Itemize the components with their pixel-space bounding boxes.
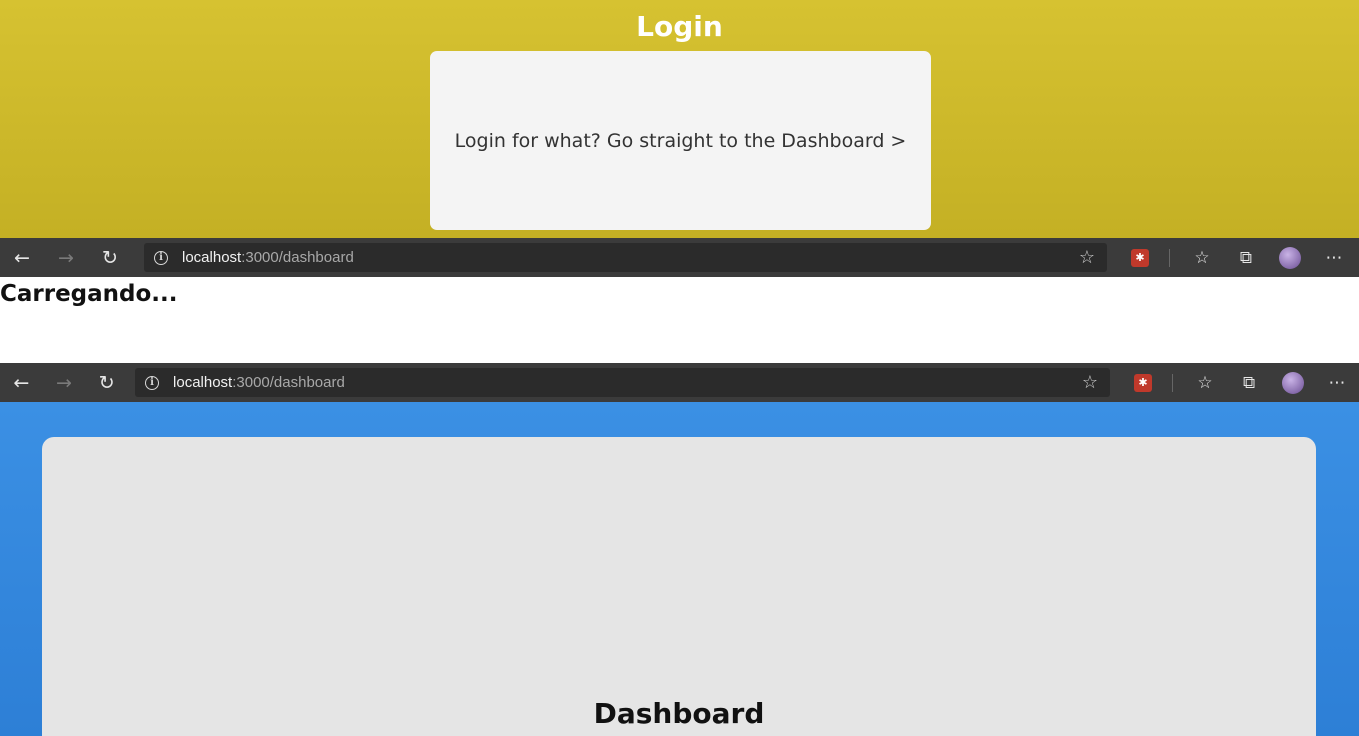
- dashboard-link[interactable]: Login for what? Go straight to the Dashb…: [455, 130, 907, 152]
- profile-avatar[interactable]: [1282, 371, 1305, 394]
- url-host: localhost: [182, 249, 242, 266]
- arrow-right-icon: →: [56, 371, 72, 394]
- url-host: localhost: [173, 374, 233, 391]
- favorites-icon[interactable]: ☆: [1183, 363, 1227, 402]
- arrow-left-icon: ←: [13, 371, 30, 394]
- extension-icon[interactable]: ✱: [1131, 248, 1149, 267]
- refresh-button[interactable]: ↻: [85, 363, 128, 402]
- back-button[interactable]: ←: [0, 363, 43, 402]
- address-bar[interactable]: i localhost:3000/dashboard ☆: [144, 243, 1107, 272]
- address-bar[interactable]: i localhost:3000/dashboard ☆: [135, 368, 1111, 397]
- info-icon[interactable]: i: [154, 250, 168, 265]
- profile-avatar[interactable]: [1279, 246, 1301, 269]
- dashboard-page: Dashboard: [0, 402, 1359, 736]
- dashboard-card: Dashboard: [42, 437, 1316, 736]
- favorite-star-icon[interactable]: ☆: [1082, 372, 1098, 393]
- refresh-button[interactable]: ↻: [88, 238, 132, 277]
- forward-button[interactable]: →: [44, 238, 88, 277]
- more-options-icon[interactable]: ⋯: [1312, 238, 1356, 277]
- loading-page: Carregando...: [0, 277, 1359, 363]
- toolbar-divider: [1169, 248, 1170, 267]
- extension-icon[interactable]: ✱: [1134, 373, 1153, 392]
- forward-button[interactable]: →: [43, 363, 86, 402]
- toolbar-divider: [1172, 373, 1174, 392]
- login-card: Login for what? Go straight to the Dashb…: [430, 51, 931, 230]
- info-icon[interactable]: i: [145, 375, 160, 390]
- collections-icon[interactable]: ⧉: [1224, 238, 1268, 277]
- login-page: Login Login for what? Go straight to the…: [0, 0, 1359, 238]
- arrow-right-icon: →: [58, 246, 74, 269]
- arrow-left-icon: ←: [14, 246, 30, 269]
- refresh-icon: ↻: [98, 371, 115, 394]
- url-path: :3000/dashboard: [241, 249, 354, 266]
- url-path: :3000/dashboard: [232, 374, 345, 391]
- collections-icon[interactable]: ⧉: [1227, 363, 1271, 402]
- refresh-icon: ↻: [102, 246, 118, 269]
- loading-text: Carregando...: [0, 281, 178, 307]
- back-button[interactable]: ←: [0, 238, 44, 277]
- dashboard-title: Dashboard: [593, 697, 765, 730]
- browser-toolbar: ← → ↻ i localhost:3000/dashboard ☆ ✱ ☆ ⧉…: [0, 363, 1359, 402]
- favorites-icon[interactable]: ☆: [1180, 238, 1224, 277]
- browser-toolbar: ← → ↻ i localhost:3000/dashboard ☆ ✱ ☆ ⧉…: [0, 238, 1359, 277]
- login-title: Login: [636, 10, 723, 43]
- more-options-icon[interactable]: ⋯: [1315, 363, 1359, 402]
- favorite-star-icon[interactable]: ☆: [1079, 247, 1095, 268]
